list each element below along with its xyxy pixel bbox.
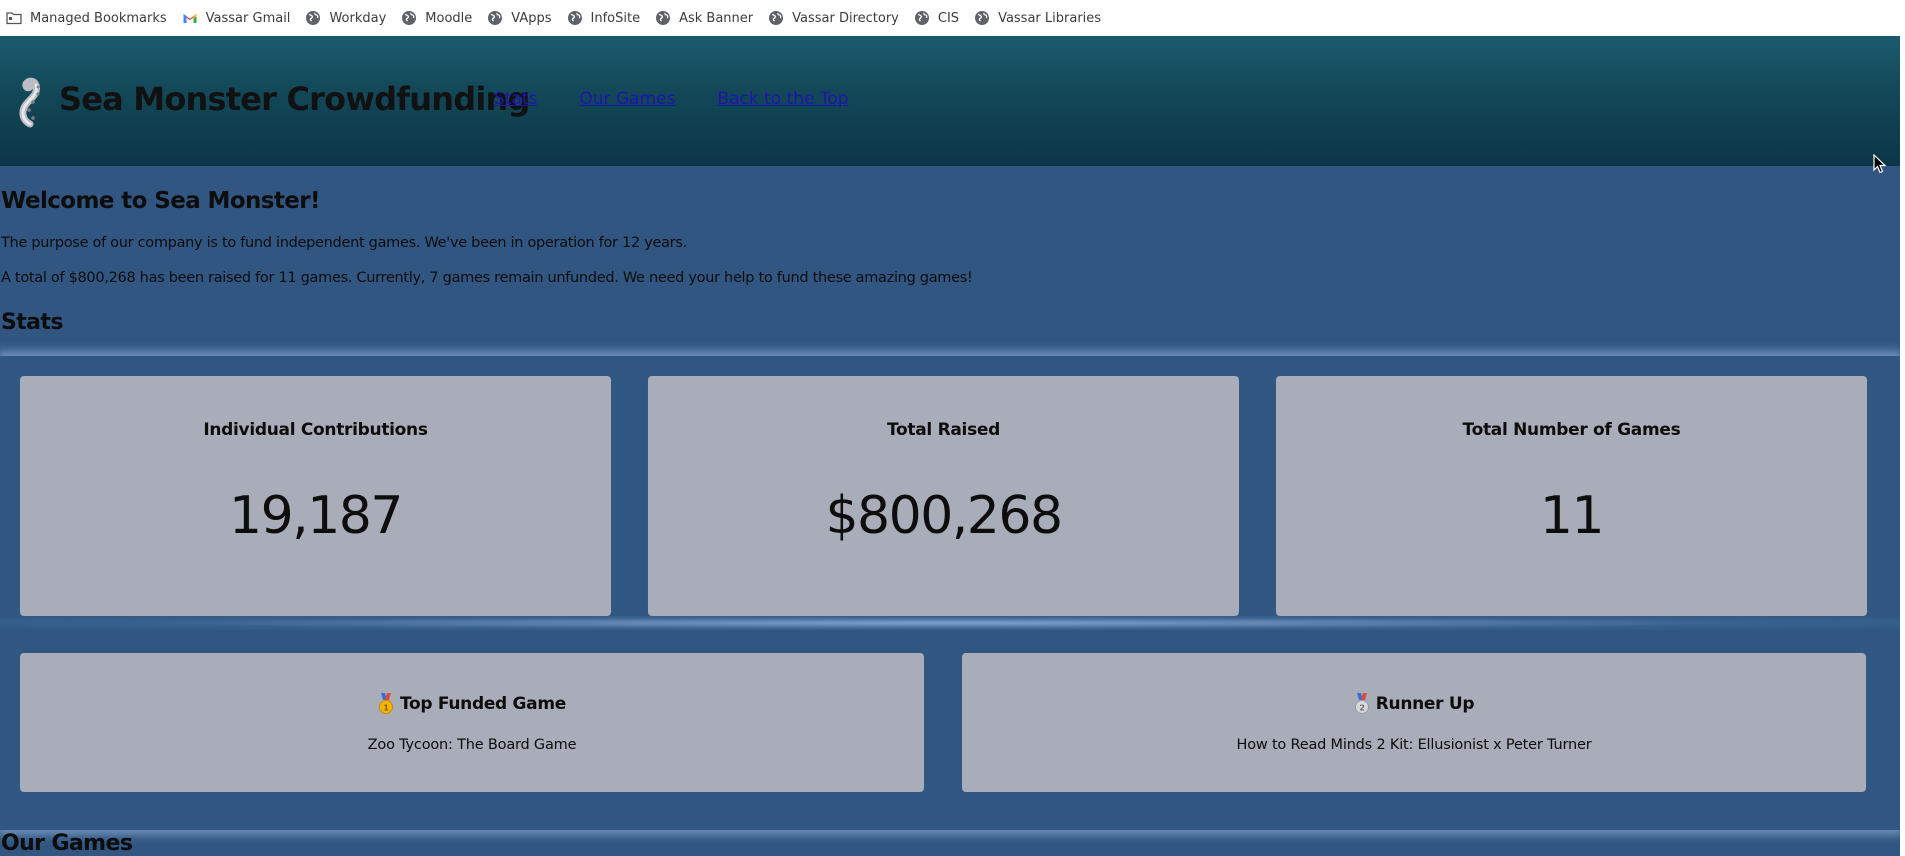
gmail-icon [182,10,198,26]
bookmark-label: InfoSite [590,10,641,26]
globe-icon [768,10,784,26]
bookmark-managed-bookmarks[interactable]: Managed Bookmarks [6,6,176,30]
top-funded-card: 1 Top Funded Game Zoo Tycoon: The Board … [20,653,924,792]
our-games-heading: Our Games [1,831,133,856]
intro-summary-paragraph: A total of $800,268 has been raised for … [1,270,973,286]
top-funded-title-row: 1 Top Funded Game [20,693,924,715]
stat-card-contributions: Individual Contributions 19,187 [20,376,611,616]
bookmark-label: Workday [329,10,387,26]
stat-card-total-raised: Total Raised $800,268 [648,376,1239,616]
stat-card-title: Total Raised [887,420,1000,440]
bookmark-infosite[interactable]: InfoSite [567,6,650,30]
globe-icon [401,10,417,26]
gold-medal-icon: 1 [378,693,394,715]
bookmark-ask-banner[interactable]: Ask Banner [655,6,762,30]
intro-paragraph: The purpose of our company is to fund in… [1,235,687,251]
bookmark-cis[interactable]: CIS [914,6,968,30]
bookmarks-bar: Managed Bookmarks Vassar Gmail Workday M… [0,0,1905,36]
svg-text:1: 1 [383,704,389,713]
mouse-cursor-icon [1873,153,1887,174]
runner-up-game-name: How to Read Minds 2 Kit: Ellusionist x P… [1236,737,1592,753]
bookmark-workday[interactable]: Workday [305,6,395,30]
silver-medal-icon: 2 [1354,693,1370,715]
bookmark-vassar-gmail[interactable]: Vassar Gmail [182,6,300,30]
stat-card-value: 19,187 [229,486,403,546]
globe-icon [305,10,321,26]
globe-icon [914,10,930,26]
stats-heading: Stats [1,310,63,335]
top-funded-title: Top Funded Game [399,694,567,714]
folder-icon [6,10,22,26]
svg-text:2: 2 [1359,704,1364,713]
runner-up-card: 2 Runner Up How to Read Minds 2 Kit: Ell… [962,653,1866,792]
globe-icon [487,10,503,26]
stat-card-value: 11 [1539,486,1605,546]
page-scrollbar[interactable] [1900,36,1905,856]
bookmark-moodle[interactable]: Moodle [401,6,481,30]
nav-link-our-games[interactable]: Our Games [579,89,675,109]
brand-title[interactable]: Sea Monster Crowdfunding [59,80,530,118]
globe-icon [567,10,583,26]
tentacle-logo-icon [16,74,54,128]
bookmark-label: Ask Banner [679,10,754,26]
stats-divider [0,616,1900,630]
page-viewport: Sea Monster Crowdfunding Stats Our Games… [0,36,1900,856]
globe-icon [974,10,990,26]
stat-card-title: Total Number of Games [1462,420,1681,440]
bookmark-vapps[interactable]: VApps [487,6,560,30]
bookmark-label: Moodle [425,10,473,26]
bookmark-label: VApps [511,10,552,26]
runner-up-title: Runner Up [1375,694,1475,714]
stat-card-total-games: Total Number of Games 11 [1276,376,1867,616]
stat-card-value: $800,268 [825,486,1063,546]
top-funded-game-name: Zoo Tycoon: The Board Game [367,737,577,753]
site-header: Sea Monster Crowdfunding Stats Our Games… [0,36,1900,166]
welcome-heading: Welcome to Sea Monster! [1,188,321,214]
globe-icon [655,10,671,26]
nav-link-stats[interactable]: Stats [494,89,537,109]
runner-up-title-row: 2 Runner Up [962,693,1866,715]
bookmark-vassar-libraries[interactable]: Vassar Libraries [974,6,1110,30]
bookmark-vassar-directory[interactable]: Vassar Directory [768,6,908,30]
bookmark-label: Managed Bookmarks [30,10,167,26]
main-nav: Stats Our Games Back to the Top [494,89,891,109]
bookmark-label: Vassar Directory [792,10,899,26]
bookmark-label: CIS [937,10,960,26]
bookmark-label: Vassar Gmail [205,10,291,26]
stat-card-title: Individual Contributions [203,420,428,440]
bookmark-label: Vassar Libraries [998,10,1102,26]
nav-link-back-to-top[interactable]: Back to the Top [717,89,848,109]
